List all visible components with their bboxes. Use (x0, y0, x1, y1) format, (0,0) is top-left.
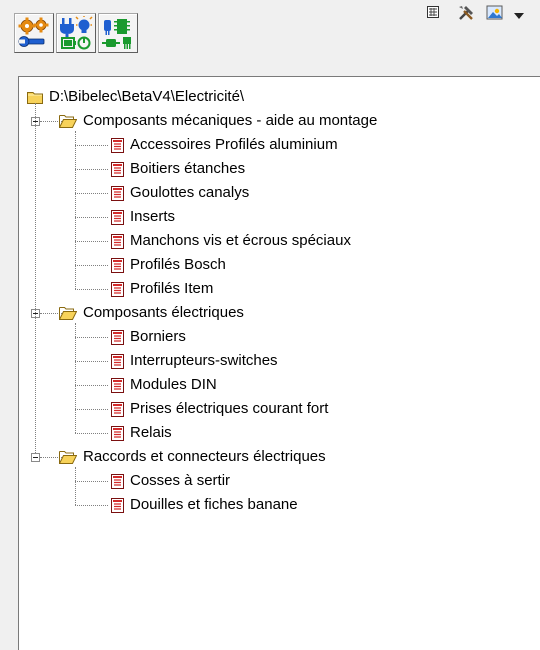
tree-item-label: Douilles et fiches banane (130, 496, 298, 513)
folder-open-icon (59, 114, 77, 128)
tree-item-label: Modules DIN (130, 376, 217, 393)
tools-icon (457, 4, 475, 26)
tree-connector-line (75, 323, 76, 433)
document-icon (111, 161, 124, 177)
document-icon (111, 209, 124, 225)
tree-item-label: Cosses à sertir (130, 472, 231, 489)
collapse-toggle[interactable] (31, 453, 40, 462)
tree-connector-line (75, 505, 108, 506)
tree-group[interactable]: Composants mécaniques - aide au montage (59, 109, 377, 133)
document-icon (111, 185, 124, 201)
tree-item-label: Borniers (130, 328, 186, 345)
tree-item[interactable]: Manchons vis et écrous spéciaux (111, 229, 351, 253)
folder-icon (27, 90, 43, 104)
tree-item-label: Manchons vis et écrous spéciaux (130, 232, 351, 249)
dropdown-arrow-icon (514, 6, 524, 23)
tree-item-label: Boitiers étanches (130, 160, 246, 177)
toolbar (0, 0, 540, 70)
tree-item-label: Raccords et connecteurs électriques (83, 448, 326, 465)
tree-item[interactable]: Inserts (111, 205, 175, 229)
grid-icon (427, 5, 439, 22)
grid-button[interactable] (426, 5, 440, 22)
document-icon (111, 329, 124, 345)
tree-item-label: Profilés Bosch (130, 256, 226, 273)
tree-item-label: Interrupteurs-switches (130, 352, 278, 369)
tree-item[interactable]: Cosses à sertir (111, 469, 230, 493)
tree-item[interactable]: Interrupteurs-switches (111, 349, 278, 373)
tree-item[interactable]: Profilés Item (111, 277, 213, 301)
tree-group[interactable]: Raccords et connecteurs électriques (59, 445, 326, 469)
image-icon (486, 4, 504, 26)
tree-connector-line (75, 337, 108, 338)
folder-open-icon (59, 450, 77, 464)
document-icon (111, 233, 124, 249)
electronic-button[interactable] (98, 13, 138, 53)
image-button[interactable] (486, 4, 504, 26)
tree-connector-line (75, 481, 108, 482)
tree-connector-line (75, 433, 108, 434)
tree-item[interactable]: Goulottes canalys (111, 181, 249, 205)
document-icon (111, 257, 124, 273)
tree-connector-line (75, 385, 108, 386)
tree-item[interactable]: Profilés Bosch (111, 253, 226, 277)
document-icon (111, 353, 124, 369)
tree-connector-line (75, 361, 108, 362)
tree-connector-line (75, 241, 108, 242)
document-icon (111, 401, 124, 417)
tree-connector-line (75, 193, 108, 194)
tree-item-label: Inserts (130, 208, 176, 225)
tree-panel[interactable]: D:\Bibelec\BetaV4\Electricité\ Composants… (18, 76, 540, 650)
tree-connector-line (75, 169, 108, 170)
tree-group[interactable]: Composants électriques (59, 301, 244, 325)
tree-item-label: Relais (130, 424, 172, 441)
tree-item[interactable]: Boitiers étanches (111, 157, 245, 181)
tree-connector-line (75, 217, 108, 218)
tree-connector-line (75, 467, 76, 505)
tree-item-label: Composants mécaniques - aide au montage (83, 112, 378, 129)
tree-root[interactable]: D:\Bibelec\BetaV4\Electricité\ (27, 85, 244, 109)
electronic-components-icon (101, 16, 135, 50)
document-icon (111, 137, 124, 153)
electrical-button[interactable] (56, 13, 96, 53)
folder-open-icon (59, 306, 77, 320)
tree-item-label: Prises électriques courant fort (130, 400, 329, 417)
tree-item-label: Composants électriques (83, 304, 244, 321)
tree-connector-line (75, 145, 108, 146)
tree-connector-line (35, 103, 36, 453)
tree-item[interactable]: Prises électriques courant fort (111, 397, 328, 421)
tree-item[interactable]: Modules DIN (111, 373, 217, 397)
folder-tree: D:\Bibelec\BetaV4\Electricité\ Composants… (19, 77, 540, 650)
document-icon (111, 497, 124, 513)
document-icon (111, 473, 124, 489)
mechanical-button[interactable] (14, 13, 54, 53)
tree-item-label: Goulottes canalys (130, 184, 250, 201)
tree-connector-line (75, 289, 108, 290)
tree-connector-line (75, 265, 108, 266)
electrical-plug-bulb-battery-icon (59, 16, 93, 50)
tree-item[interactable]: Borniers (111, 325, 186, 349)
document-icon (111, 377, 124, 393)
dropdown-button[interactable] (512, 6, 526, 22)
tree-connector-line (75, 131, 76, 289)
tree-item-label: Accessoires Profilés aluminium (130, 136, 338, 153)
tree-item[interactable]: Relais (111, 421, 172, 445)
mechanical-gears-wrench-icon (17, 16, 51, 50)
tree-item[interactable]: Douilles et fiches banane (111, 493, 298, 517)
document-icon (111, 281, 124, 297)
tree-connector-line (75, 409, 108, 410)
tools-button[interactable] (457, 6, 475, 24)
tree-item-label: D:\Bibelec\BetaV4\Electricité\ (49, 88, 245, 105)
tree-item[interactable]: Accessoires Profilés aluminium (111, 133, 338, 157)
tree-item-label: Profilés Item (130, 280, 214, 297)
document-icon (111, 425, 124, 441)
